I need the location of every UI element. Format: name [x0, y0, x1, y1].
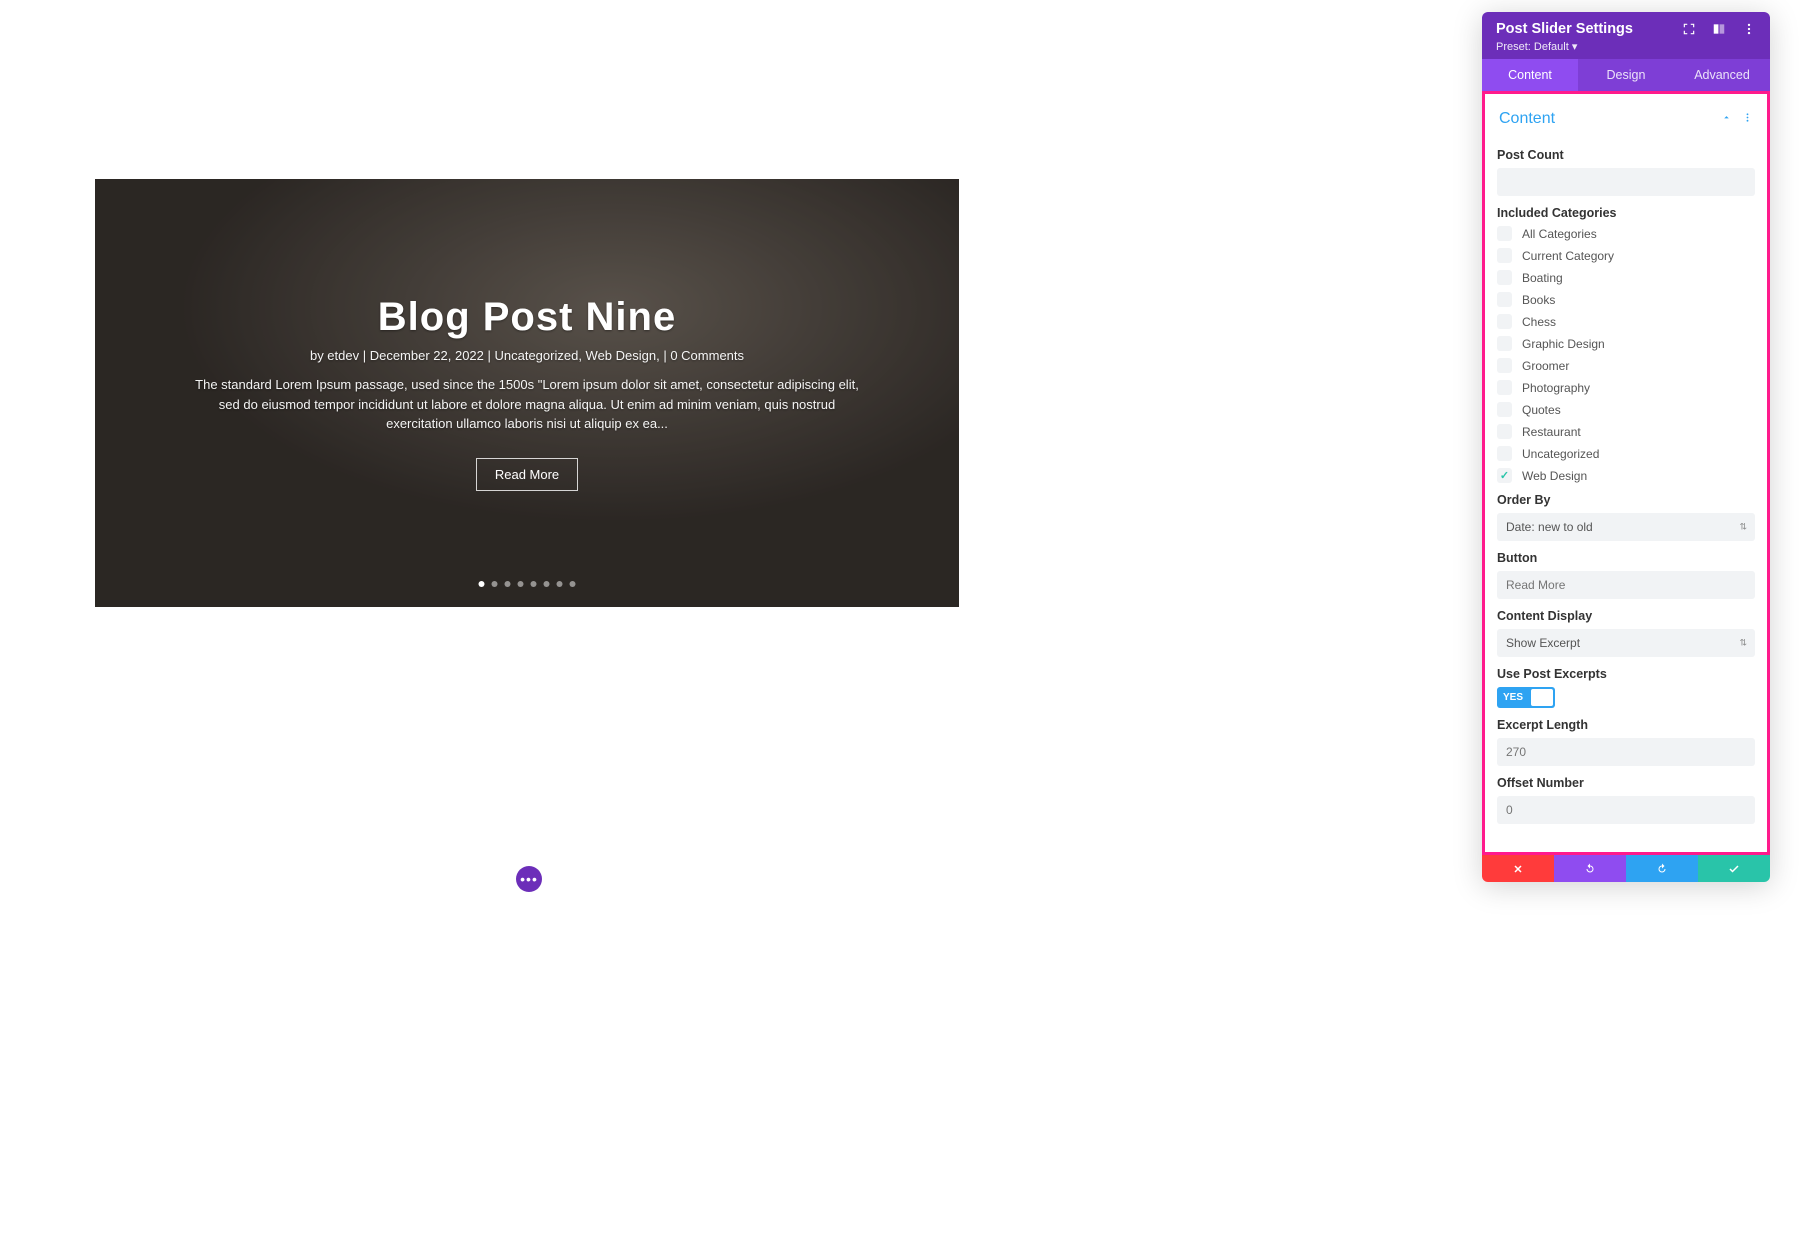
order-by-label: Order By	[1497, 493, 1755, 507]
excerpt-length-input[interactable]	[1497, 738, 1755, 766]
post-count-input[interactable]	[1497, 168, 1755, 196]
panel-header: Post Slider Settings Preset: Default ▾	[1482, 12, 1770, 59]
category-label: Photography	[1522, 381, 1590, 395]
categories-list: All Categories Current Category Boating Boo…	[1497, 226, 1755, 483]
use-post-excerpts-label: Use Post Excerpts	[1497, 667, 1755, 681]
use-post-excerpts-toggle[interactable]: YES	[1497, 687, 1555, 708]
category-label: Books	[1522, 293, 1555, 307]
checkbox-icon	[1497, 358, 1512, 373]
order-by-select[interactable]: Date: new to old	[1497, 513, 1755, 541]
category-checkbox[interactable]: Books	[1497, 292, 1755, 307]
checkbox-icon	[1497, 336, 1512, 351]
checkbox-icon	[1497, 380, 1512, 395]
tab-content[interactable]: Content	[1482, 59, 1578, 91]
slider-dot[interactable]	[544, 581, 550, 587]
included-categories-label: Included Categories	[1497, 206, 1755, 220]
category-label: Quotes	[1522, 403, 1561, 417]
category-label: Groomer	[1522, 359, 1569, 373]
checkbox-icon	[1497, 314, 1512, 329]
expand-icon[interactable]	[1682, 22, 1696, 36]
collapse-icon[interactable]	[1721, 110, 1732, 128]
excerpt-length-label: Excerpt Length	[1497, 718, 1755, 732]
floating-action-button[interactable]: •••	[516, 866, 542, 892]
panel-tabs: ContentDesignAdvanced	[1482, 59, 1770, 91]
post-count-label: Post Count	[1497, 148, 1755, 162]
slider-dot[interactable]	[570, 581, 576, 587]
category-label: Boating	[1522, 271, 1563, 285]
checkbox-icon	[1497, 424, 1512, 439]
category-checkbox[interactable]: Quotes	[1497, 402, 1755, 417]
post-slider-preview: Blog Post Nine by etdev | December 22, 2…	[95, 179, 959, 607]
content-display-label: Content Display	[1497, 609, 1755, 623]
settings-panel: Post Slider Settings Preset: Default ▾ C…	[1482, 12, 1770, 882]
category-label: All Categories	[1522, 227, 1597, 241]
preset-dropdown[interactable]: Preset: Default ▾	[1496, 40, 1756, 53]
slider-dot[interactable]	[557, 581, 563, 587]
checkbox-icon	[1497, 446, 1512, 461]
save-button[interactable]	[1698, 855, 1770, 882]
snap-icon[interactable]	[1712, 22, 1726, 36]
slider-pagination	[479, 581, 576, 587]
section-title: Content	[1499, 110, 1555, 128]
tab-advanced[interactable]: Advanced	[1674, 59, 1770, 91]
category-checkbox[interactable]: Groomer	[1497, 358, 1755, 373]
undo-button[interactable]	[1554, 855, 1626, 882]
category-checkbox[interactable]: Photography	[1497, 380, 1755, 395]
category-label: Uncategorized	[1522, 447, 1599, 461]
category-label: Graphic Design	[1522, 337, 1605, 351]
category-label: Restaurant	[1522, 425, 1581, 439]
slider-dot[interactable]	[492, 581, 498, 587]
category-checkbox[interactable]: Graphic Design	[1497, 336, 1755, 351]
slide-title: Blog Post Nine	[378, 295, 676, 340]
category-label: Web Design	[1522, 469, 1587, 483]
checkbox-icon	[1497, 248, 1512, 263]
checkbox-icon	[1497, 226, 1512, 241]
slider-dot[interactable]	[518, 581, 524, 587]
category-label: Current Category	[1522, 249, 1614, 263]
category-checkbox[interactable]: Chess	[1497, 314, 1755, 329]
category-checkbox[interactable]: Current Category	[1497, 248, 1755, 263]
slide-meta: by etdev | December 22, 2022 | Uncategor…	[310, 348, 744, 363]
slider-dot[interactable]	[531, 581, 537, 587]
checkbox-icon	[1497, 402, 1512, 417]
category-checkbox[interactable]: Restaurant	[1497, 424, 1755, 439]
slider-dot[interactable]	[479, 581, 485, 587]
category-checkbox[interactable]: Uncategorized	[1497, 446, 1755, 461]
checkbox-icon	[1497, 468, 1512, 483]
content-display-select[interactable]: Show Excerpt	[1497, 629, 1755, 657]
kebab-menu-icon[interactable]	[1742, 22, 1756, 36]
category-label: Chess	[1522, 315, 1556, 329]
category-checkbox[interactable]: All Categories	[1497, 226, 1755, 241]
cancel-button[interactable]	[1482, 855, 1554, 882]
redo-button[interactable]	[1626, 855, 1698, 882]
tab-design[interactable]: Design	[1578, 59, 1674, 91]
section-menu-icon[interactable]	[1742, 110, 1753, 128]
slide-excerpt: The standard Lorem Ipsum passage, used s…	[195, 375, 859, 434]
checkbox-icon	[1497, 292, 1512, 307]
category-checkbox[interactable]: Web Design	[1497, 468, 1755, 483]
panel-footer	[1482, 852, 1770, 882]
button-field-label: Button	[1497, 551, 1755, 565]
offset-number-label: Offset Number	[1497, 776, 1755, 790]
category-checkbox[interactable]: Boating	[1497, 270, 1755, 285]
button-text-input[interactable]	[1497, 571, 1755, 599]
read-more-button[interactable]: Read More	[476, 458, 578, 491]
slider-dot[interactable]	[505, 581, 511, 587]
checkbox-icon	[1497, 270, 1512, 285]
offset-number-input[interactable]	[1497, 796, 1755, 824]
panel-title: Post Slider Settings	[1496, 21, 1633, 37]
panel-body: Content Post Count Included Categories A…	[1482, 91, 1770, 852]
